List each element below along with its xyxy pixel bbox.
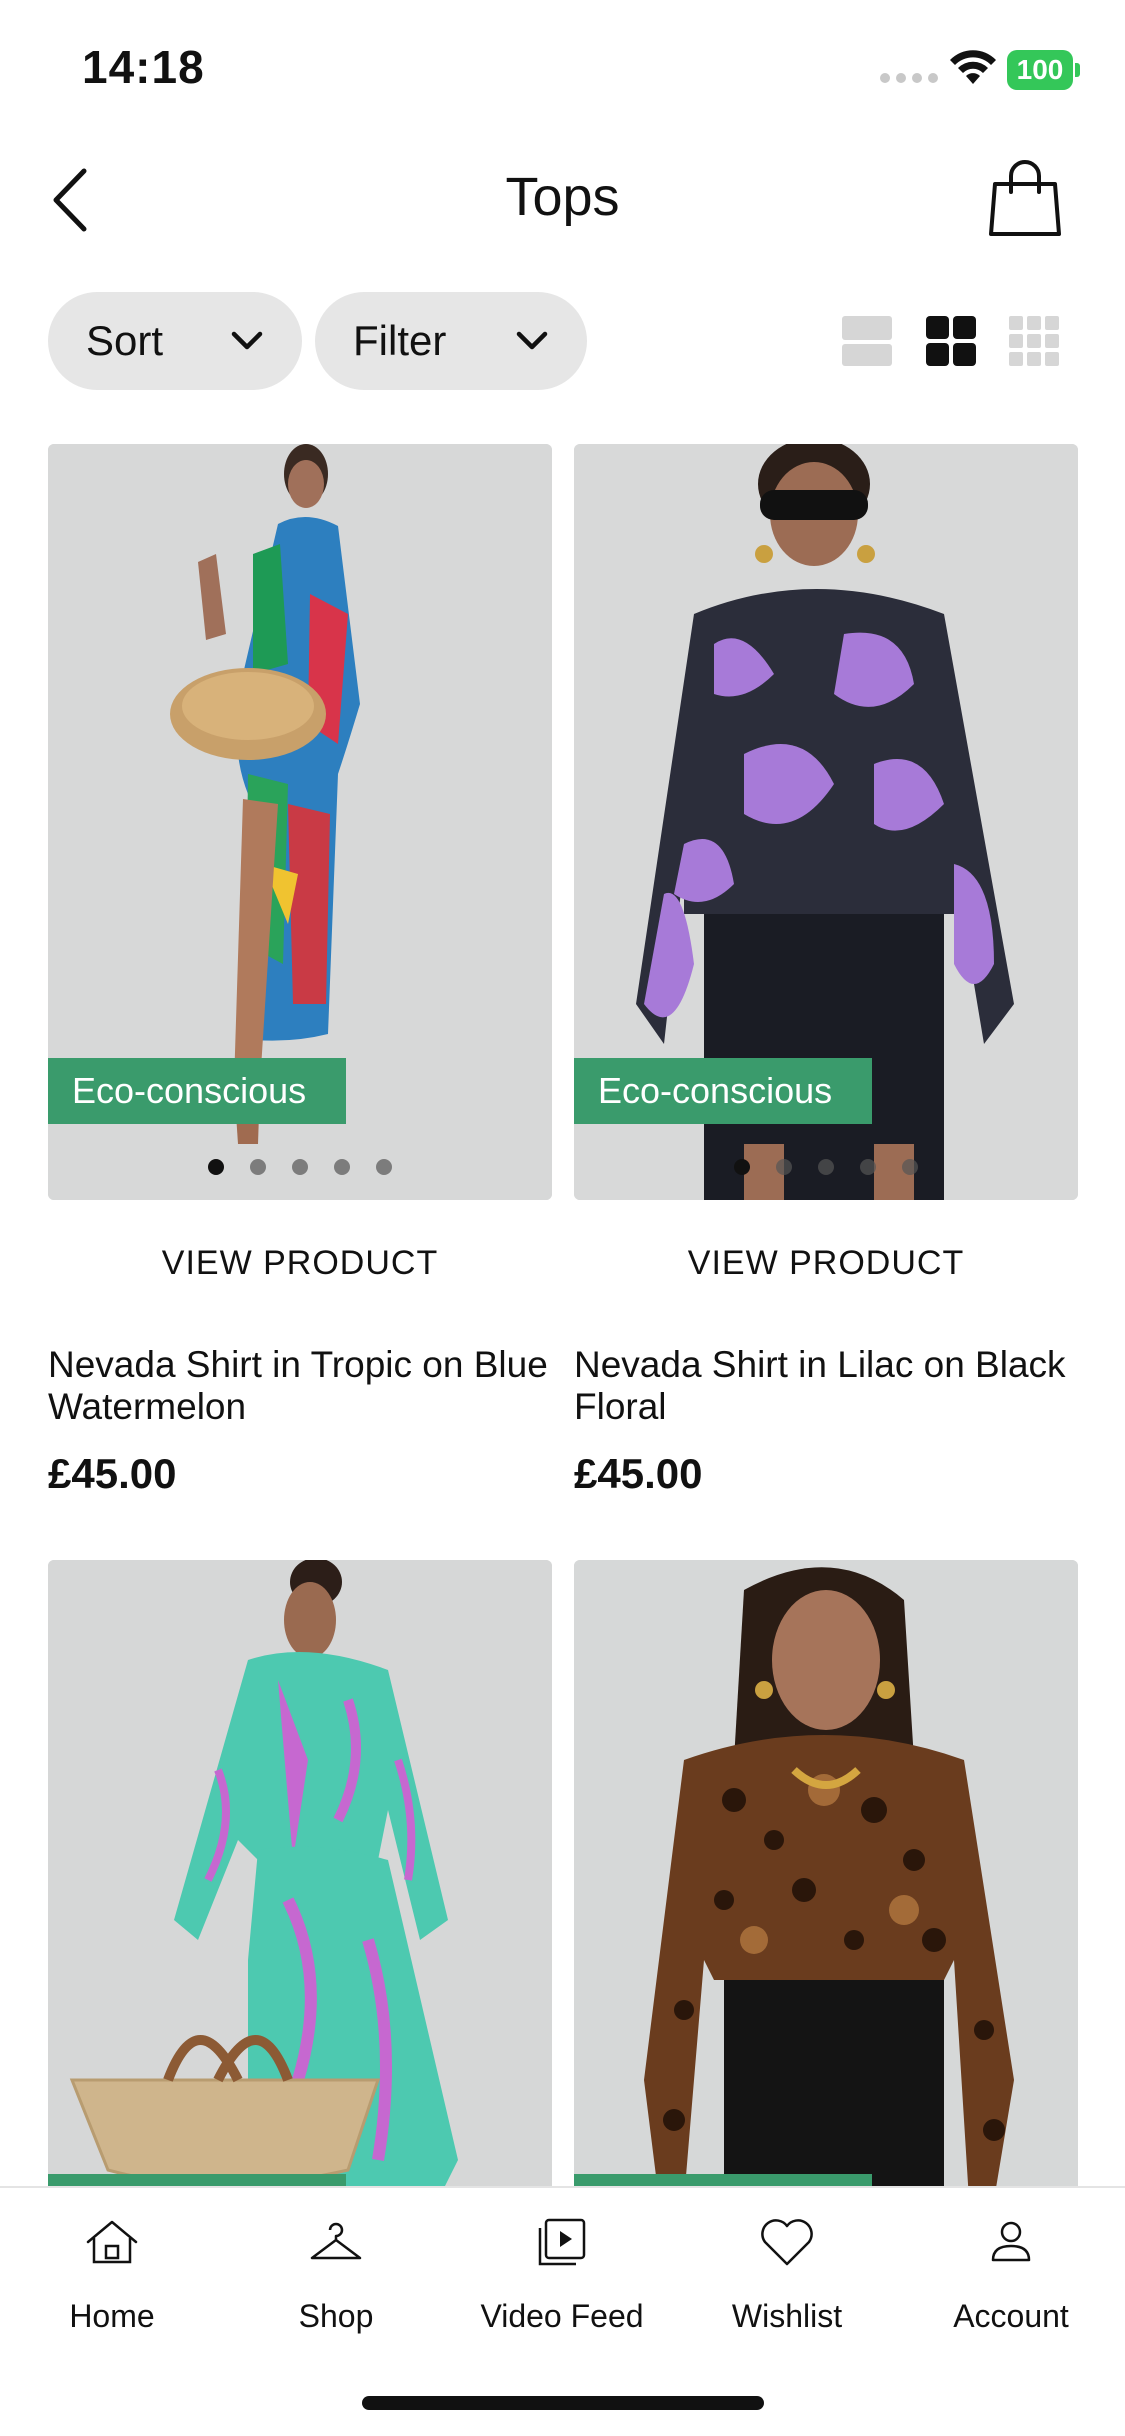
home-indicator [362,2396,764,2410]
chevron-down-icon [231,331,263,350]
status-bar: 14:18 100 [0,0,1125,140]
two-column-grid-icon[interactable] [924,314,978,368]
cellular-signal-icon [880,73,938,83]
nav-item-wishlist[interactable]: Wishlist [687,2212,887,2335]
image-carousel-dots[interactable] [574,1159,1078,1175]
filter-button[interactable]: Filter [315,292,587,390]
nav-label-shop: Shop [298,2298,374,2334]
sort-label: Sort [86,317,164,364]
hanger-icon [310,2222,362,2260]
product-name[interactable]: Nevada Shirt in Tropic on Blue Watermelo… [48,1344,552,1428]
status-time: 14:18 [82,41,205,93]
product-image[interactable]: Eco-conscious [48,444,552,1200]
battery-level: 100 [1007,50,1073,90]
listing-controls: Sort Filter [0,292,1125,392]
video-feed-icon [538,2218,586,2266]
header: Tops [0,140,1125,260]
nav-label-account: Account [953,2298,1069,2334]
nav-label-video-feed: Video Feed [480,2298,644,2334]
eco-conscious-badge: Eco-conscious [48,1058,346,1124]
product-price: £45.00 [48,1450,177,1497]
heart-icon [761,2219,813,2266]
chevron-down-icon [516,331,548,350]
battery-icon: 100 [1007,50,1081,90]
image-carousel-dots[interactable] [48,1159,552,1175]
product-price: £45.00 [574,1450,703,1497]
eco-conscious-badge: Eco-conscious [574,1058,872,1124]
wifi-icon [950,50,996,84]
product-image[interactable]: Eco-conscious [574,444,1078,1200]
product-name[interactable]: Nevada Shirt in Lilac on Black Floral [574,1344,1078,1428]
nav-item-shop[interactable]: Shop [236,2212,436,2335]
filter-label: Filter [353,317,447,364]
nav-label-home: Home [69,2298,155,2334]
nav-item-account[interactable]: Account [911,2212,1111,2335]
page-title: Tops [505,167,620,227]
nav-label-wishlist: Wishlist [731,2298,843,2334]
view-product-link[interactable]: VIEW PRODUCT [574,1244,1078,1283]
nav-item-home[interactable]: Home [12,2212,212,2335]
shopping-bag-icon [989,160,1061,236]
home-icon [86,2220,138,2264]
three-column-grid-icon[interactable] [1007,314,1061,368]
single-column-view-icon[interactable] [840,314,894,368]
sort-button[interactable]: Sort [48,292,302,390]
nav-item-video-feed[interactable]: Video Feed [462,2212,662,2335]
shopping-bag-button[interactable] [985,158,1065,242]
view-product-link[interactable]: VIEW PRODUCT [48,1244,552,1283]
user-icon [991,2221,1031,2262]
